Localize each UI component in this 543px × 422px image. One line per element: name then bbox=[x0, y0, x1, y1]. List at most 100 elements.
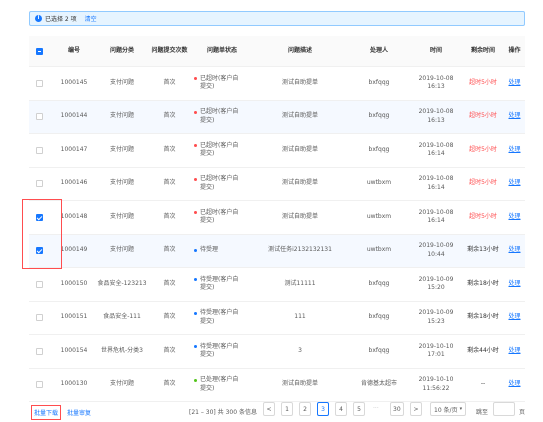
row-select-cell bbox=[29, 369, 49, 402]
table-row[interactable]: 1000146 支付问题 首次 测试自助提单 uwtbxm 2019-10-08 16:1… bbox=[29, 168, 525, 201]
status-dot-icon bbox=[194, 311, 197, 315]
submit-times: 首次 bbox=[163, 380, 176, 388]
page-unit-label: 页 bbox=[519, 409, 526, 416]
page-1-button[interactable]: 1 bbox=[281, 402, 293, 416]
issue-status: 待受理 bbox=[192, 235, 252, 268]
col-header-remaining[interactable]: 剩余时间 bbox=[462, 36, 504, 66]
table-row[interactable]: 1000144 支付问题 首次 测试自助提单 bxfqqg 2019-10-08 16:1… bbox=[29, 100, 525, 134]
issue-desc: 测试自助提单 bbox=[281, 380, 318, 388]
page-size-select[interactable]: 10 条/页 ▾ bbox=[430, 402, 467, 416]
batch-review-button[interactable]: 批量审复 bbox=[67, 408, 91, 417]
col-header-times[interactable]: 问题提交次数 bbox=[147, 36, 192, 66]
row-checkbox[interactable] bbox=[35, 381, 43, 389]
row-select-cell bbox=[29, 235, 49, 268]
table-row[interactable]: 1000145 支付问题 首次 测试自助提单 bxfqqg 2019-10-08 16:1… bbox=[29, 67, 525, 101]
table-row[interactable]: 1000149 支付问题 首次 测试任务i2132132131 uwtbxm 2019-1… bbox=[29, 234, 525, 268]
issue-time: 2019-10-08 16:14 bbox=[418, 175, 454, 191]
last-page-button[interactable]: 30 bbox=[390, 402, 404, 416]
jump-label: 跳至 bbox=[476, 409, 489, 416]
handle-link[interactable]: 处理 bbox=[508, 280, 520, 289]
col-header-no[interactable]: 编号 bbox=[51, 36, 97, 66]
issue-desc: 测试自助提单 bbox=[281, 179, 318, 187]
remaining-time: -- bbox=[480, 380, 486, 388]
handle-link[interactable]: 处理 bbox=[508, 347, 520, 356]
handler-name: uwtbxm bbox=[366, 212, 392, 220]
page-3-button[interactable]: 3 bbox=[317, 402, 329, 416]
issue-time: 2019-10-08 16:13 bbox=[418, 108, 454, 124]
issue-status: 待受理(客户自提交) bbox=[192, 268, 252, 301]
issue-category: 食品安全-111 bbox=[103, 313, 141, 321]
handler-name: 肯德基太超市 bbox=[360, 380, 397, 388]
status-dot-icon bbox=[194, 177, 197, 181]
row-checkbox[interactable] bbox=[35, 213, 43, 221]
remaining-time: 剩余18小时 bbox=[467, 313, 499, 321]
table-row[interactable]: 1000147 支付问题 首次 测试自助提单 bxfqqg 2019-10-08 16:1… bbox=[29, 134, 525, 168]
status-dot-icon bbox=[194, 248, 197, 252]
issue-no: 1000150 bbox=[60, 279, 88, 287]
remaining-time: 超时5小时 bbox=[469, 112, 497, 120]
page-5-button[interactable]: 5 bbox=[353, 402, 365, 416]
status-text: 待受理(客户自提交) bbox=[200, 342, 239, 359]
table-row[interactable]: 1000154 世界危机-分类3 首次 3 bxfqqg 2019-10-10 17:01… bbox=[29, 335, 525, 369]
prev-page-button[interactable]: < bbox=[263, 402, 275, 416]
row-action-cell: 处理 bbox=[504, 67, 525, 100]
row-checkbox[interactable] bbox=[35, 113, 43, 121]
status-dot-icon bbox=[194, 378, 197, 382]
remaining-time: 超时5小时 bbox=[469, 78, 497, 86]
col-header-status[interactable]: 问题单状态 bbox=[192, 36, 252, 66]
batch-download-button[interactable]: 批量下载 bbox=[31, 405, 62, 420]
handler-name: bxfqqg bbox=[368, 313, 390, 321]
row-checkbox[interactable] bbox=[35, 146, 43, 154]
table-row[interactable]: 1000151 食品安全-111 首次 111 bxfqqg 2019-10-09 15:… bbox=[29, 302, 525, 335]
row-checkbox[interactable] bbox=[35, 314, 43, 322]
status-wrap: 已超时(客户自提交) bbox=[194, 209, 244, 226]
row-select-cell bbox=[29, 134, 49, 167]
col-header-time[interactable]: 时间 bbox=[410, 36, 462, 66]
next-page-button[interactable]: > bbox=[410, 402, 422, 416]
row-checkbox[interactable] bbox=[35, 180, 43, 188]
remaining-time: 超时5小时 bbox=[469, 212, 497, 220]
handle-link[interactable]: 处理 bbox=[508, 179, 520, 188]
issue-desc: 测试11111 bbox=[284, 279, 316, 287]
submit-times: 首次 bbox=[163, 279, 176, 287]
handle-link[interactable]: 处理 bbox=[508, 112, 520, 121]
issue-status: 已超时(客户自提交) bbox=[192, 168, 252, 201]
table-row[interactable]: 1000150 食品安全-123213 首次 测试11111 bxfqqg 2019-10… bbox=[29, 268, 525, 302]
row-checkbox[interactable] bbox=[35, 280, 43, 288]
col-header-desc[interactable]: 问题描述 bbox=[252, 36, 348, 66]
col-header-category[interactable]: 问题分类 bbox=[97, 36, 147, 66]
handle-link[interactable]: 处理 bbox=[508, 79, 520, 88]
table-row[interactable]: 1000130 支付问题 首次 测试自助提单 肯德基太超市 2019-10-10 11:5… bbox=[29, 369, 525, 402]
col-header-handler[interactable]: 处理人 bbox=[348, 36, 410, 66]
handle-link[interactable]: 处理 bbox=[508, 246, 520, 255]
remaining-time: 剩余18小时 bbox=[467, 279, 499, 287]
row-checkbox[interactable] bbox=[35, 79, 43, 87]
select-all-checkbox[interactable] bbox=[35, 47, 43, 55]
handle-link[interactable]: 处理 bbox=[508, 146, 520, 155]
issue-time: 2019-10-09 10:44 bbox=[418, 242, 454, 258]
handler-name: bxfqqg bbox=[368, 78, 390, 86]
pagination-ellipsis[interactable]: ··· bbox=[373, 405, 379, 412]
jump-page-input[interactable] bbox=[493, 402, 515, 416]
clear-selection-link[interactable]: 清空 bbox=[85, 14, 97, 23]
submit-times: 首次 bbox=[163, 112, 176, 120]
issue-no: 1000147 bbox=[60, 145, 88, 153]
page-2-button[interactable]: 2 bbox=[299, 402, 311, 416]
handle-link[interactable]: 处理 bbox=[508, 213, 520, 222]
row-select-cell bbox=[29, 268, 49, 301]
issue-status: 已超时(客户自提交) bbox=[192, 201, 252, 234]
status-dot-icon bbox=[194, 110, 197, 114]
status-wrap: 已超时(客户自提交) bbox=[194, 142, 244, 159]
page-4-button[interactable]: 4 bbox=[335, 402, 347, 416]
chevron-down-icon: ▾ bbox=[459, 406, 463, 412]
handle-link[interactable]: 处理 bbox=[508, 380, 520, 389]
row-checkbox[interactable] bbox=[35, 347, 43, 355]
handle-link[interactable]: 处理 bbox=[508, 313, 520, 322]
issue-no: 1000146 bbox=[60, 179, 88, 187]
table-row[interactable]: 1000148 支付问题 首次 测试自助提单 uwtbxm 2019-10-08 16:1… bbox=[29, 201, 525, 235]
row-checkbox[interactable] bbox=[35, 247, 43, 255]
status-dot-icon bbox=[194, 144, 197, 148]
row-action-cell: 处理 bbox=[504, 268, 525, 301]
remaining-time: 超时5小时 bbox=[469, 179, 497, 187]
table-header: 编号 问题分类 问题提交次数 问题单状态 问题描述 处理人 时间 剩余时间 操作 bbox=[29, 36, 525, 67]
